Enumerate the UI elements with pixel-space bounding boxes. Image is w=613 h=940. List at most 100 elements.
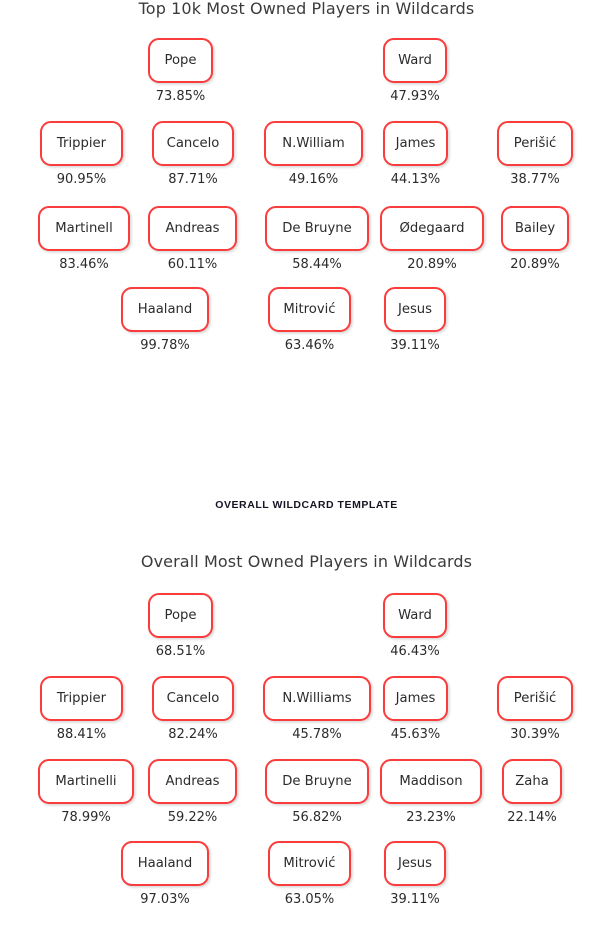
player-ownership-pct: 39.11% <box>390 338 440 353</box>
player-cell[interactable]: Trippier 88.41% <box>40 676 123 741</box>
player-box[interactable]: James <box>383 676 448 721</box>
player-name: Pope <box>164 607 197 623</box>
player-cell[interactable]: Martinell 83.46% <box>38 206 130 271</box>
player-box[interactable]: Trippier <box>40 121 123 166</box>
player-box[interactable]: Cancelo <box>152 676 234 721</box>
player-name: N.William <box>282 135 345 151</box>
player-name: Andreas <box>165 220 220 236</box>
player-name: Mitrović <box>283 301 336 317</box>
player-name: Ødegaard <box>399 220 465 236</box>
player-ownership-pct: 44.13% <box>390 172 441 187</box>
player-ownership-pct: 97.03% <box>140 892 190 907</box>
player-box[interactable]: De Bruyne <box>265 759 369 804</box>
player-name: Trippier <box>56 135 107 151</box>
player-ownership-pct: 39.11% <box>390 892 440 907</box>
player-cell[interactable]: Perišić 30.39% <box>497 676 573 741</box>
player-cell[interactable]: Jesus 39.11% <box>384 841 446 906</box>
player-name: Ward <box>398 607 432 623</box>
player-cell[interactable]: Haaland 99.78% <box>121 287 209 352</box>
player-box[interactable]: Andreas <box>148 206 237 251</box>
player-ownership-pct: 63.46% <box>284 338 335 353</box>
player-cell[interactable]: Mitrović 63.05% <box>268 841 351 906</box>
player-name: N.Williams <box>282 690 352 706</box>
player-cell[interactable]: Pope 68.51% <box>148 593 213 658</box>
player-box[interactable]: Ward <box>383 593 447 638</box>
player-ownership-pct: 99.78% <box>140 338 190 353</box>
player-box[interactable]: Perišić <box>497 121 573 166</box>
player-box[interactable]: Bailey <box>501 206 569 251</box>
player-ownership-pct: 45.63% <box>390 727 441 742</box>
player-ownership-pct: 45.78% <box>292 727 342 742</box>
player-cell[interactable]: Zaha 22.14% <box>502 759 562 824</box>
player-box[interactable]: Cancelo <box>152 121 234 166</box>
player-box[interactable]: Mitrović <box>268 287 351 332</box>
player-box[interactable]: James <box>383 121 448 166</box>
player-ownership-pct: 83.46% <box>59 257 109 272</box>
player-cell[interactable]: Pope 73.85% <box>148 38 213 103</box>
player-cell[interactable]: Ward 46.43% <box>383 593 447 658</box>
player-name: Ward <box>398 52 432 68</box>
player-name: Zaha <box>515 773 549 789</box>
player-name: Trippier <box>56 690 107 706</box>
player-name: Jesus <box>397 855 433 871</box>
player-name: Haaland <box>137 855 193 871</box>
player-ownership-pct: 46.43% <box>390 644 440 659</box>
player-name: Perišić <box>513 690 557 706</box>
player-cell[interactable]: Andreas 60.11% <box>148 206 237 271</box>
player-cell[interactable]: Andreas 59.22% <box>148 759 237 824</box>
player-cell[interactable]: Cancelo 87.71% <box>152 121 234 186</box>
player-ownership-pct: 56.82% <box>292 810 342 825</box>
player-box[interactable]: Martinelli <box>38 759 134 804</box>
player-box[interactable]: Jesus <box>384 841 446 886</box>
player-ownership-pct: 58.44% <box>292 257 342 272</box>
player-box[interactable]: Ødegaard <box>380 206 484 251</box>
player-cell[interactable]: Haaland 97.03% <box>121 841 209 906</box>
player-cell[interactable]: Trippier 90.95% <box>40 121 123 186</box>
player-cell[interactable]: James 45.63% <box>383 676 448 741</box>
player-box[interactable]: Maddison <box>380 759 482 804</box>
player-ownership-pct: 60.11% <box>167 257 218 272</box>
player-ownership-pct: 30.39% <box>510 727 560 742</box>
player-box[interactable]: Martinell <box>38 206 130 251</box>
player-name: James <box>395 690 436 706</box>
player-box[interactable]: N.Williams <box>263 676 371 721</box>
player-cell[interactable]: N.Williams 45.78% <box>263 676 371 741</box>
player-cell[interactable]: De Bruyne 56.82% <box>265 759 369 824</box>
player-box[interactable]: Andreas <box>148 759 237 804</box>
player-cell[interactable]: Maddison 23.23% <box>380 759 482 824</box>
player-box[interactable]: Ward <box>383 38 447 83</box>
player-cell[interactable]: N.William 49.16% <box>264 121 363 186</box>
player-cell[interactable]: Mitrović 63.46% <box>268 287 351 352</box>
player-cell[interactable]: De Bruyne 58.44% <box>265 206 369 271</box>
player-ownership-pct: 20.89% <box>510 257 560 272</box>
player-ownership-pct: 73.85% <box>155 89 206 104</box>
player-box[interactable]: Pope <box>148 38 213 83</box>
player-name: Cancelo <box>166 690 220 706</box>
player-cell[interactable]: Cancelo 82.24% <box>152 676 234 741</box>
wildcard-template-page: Top 10k Most Owned Players in Wildcards … <box>0 0 613 940</box>
player-box[interactable]: Zaha <box>502 759 562 804</box>
player-cell[interactable]: James 44.13% <box>383 121 448 186</box>
player-cell[interactable]: Bailey 20.89% <box>501 206 569 271</box>
player-ownership-pct: 88.41% <box>56 727 107 742</box>
player-box[interactable]: De Bruyne <box>265 206 369 251</box>
player-box[interactable]: N.William <box>264 121 363 166</box>
player-box[interactable]: Haaland <box>121 287 209 332</box>
player-ownership-pct: 20.89% <box>407 257 457 272</box>
player-cell[interactable]: Perišić 38.77% <box>497 121 573 186</box>
player-cell[interactable]: Ødegaard 20.89% <box>380 206 484 271</box>
player-name: Bailey <box>514 220 556 236</box>
player-box[interactable]: Jesus <box>384 287 446 332</box>
player-name: Cancelo <box>166 135 220 151</box>
player-box[interactable]: Pope <box>148 593 213 638</box>
player-ownership-pct: 82.24% <box>168 727 218 742</box>
player-ownership-pct: 68.51% <box>155 644 206 659</box>
player-box[interactable]: Haaland <box>121 841 209 886</box>
player-box[interactable]: Mitrović <box>268 841 351 886</box>
player-cell[interactable]: Ward 47.93% <box>383 38 447 103</box>
player-box[interactable]: Trippier <box>40 676 123 721</box>
player-box[interactable]: Perišić <box>497 676 573 721</box>
player-cell[interactable]: Jesus 39.11% <box>384 287 446 352</box>
player-cell[interactable]: Martinelli 78.99% <box>38 759 134 824</box>
player-name: Jesus <box>397 301 433 317</box>
